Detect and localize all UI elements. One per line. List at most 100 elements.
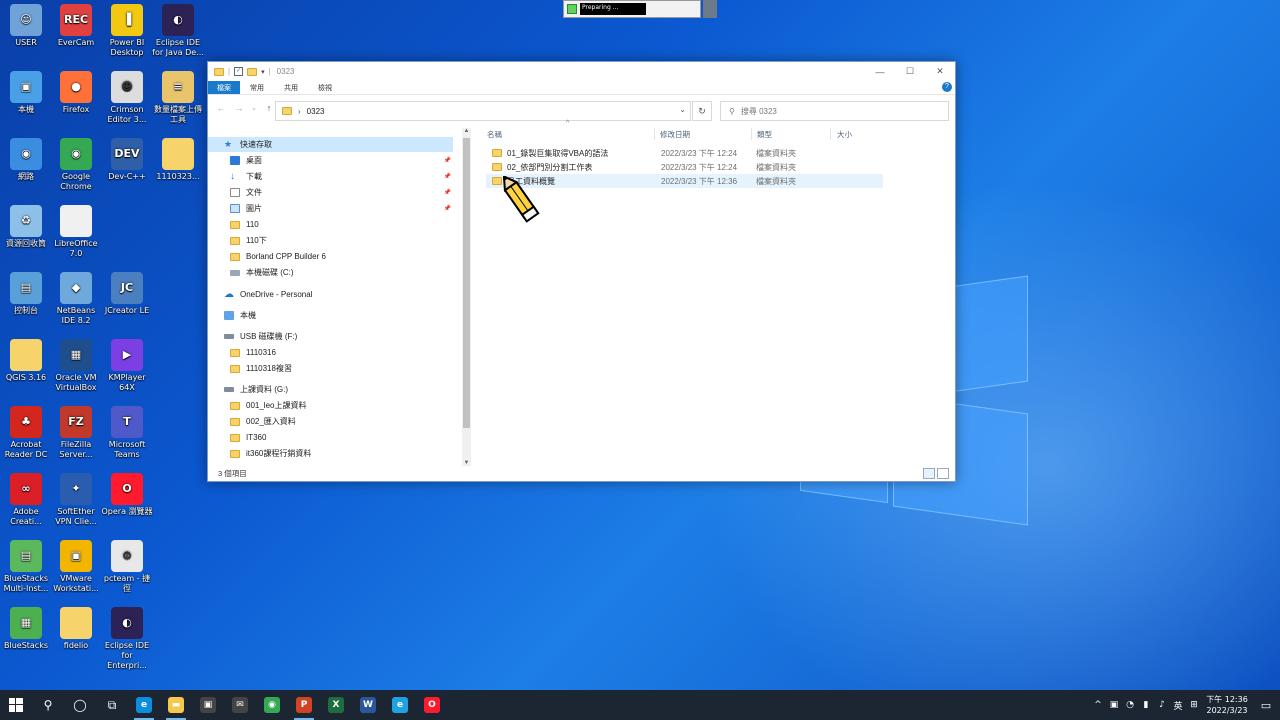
nav-item[interactable]: 002_匯入資料 (208, 414, 453, 429)
up-arrow-icon[interactable]: ↑ (262, 103, 276, 113)
desktop-icon[interactable]: ♻ 資源回收筒 (0, 205, 52, 249)
recorder-toolbar[interactable]: Preparing ... (563, 0, 701, 18)
keyboard-icon[interactable]: ⊞ (1186, 700, 1202, 710)
taskbar-store-button[interactable]: ▣ (192, 690, 224, 720)
maximize-button[interactable]: ☐ (895, 62, 925, 81)
taskbar-excel-button[interactable]: X (320, 690, 352, 720)
nav-item[interactable]: ★ 快速存取 (208, 137, 453, 152)
recorder-handle[interactable] (703, 0, 717, 18)
taskbar-ie-button[interactable]: e (384, 690, 416, 720)
clock[interactable]: 下午 12:36 2022/3/23 (1202, 694, 1252, 716)
desktop-icon[interactable]: 1110323... (152, 138, 204, 182)
minimize-button[interactable]: — (865, 62, 895, 81)
pin-icon[interactable]: 📌 (444, 157, 451, 164)
desktop-icon[interactable]: ≡ 數量檔案上傳工具 (152, 71, 204, 125)
file-row[interactable]: 01_錄製巨集取得VBA的語法 2022/3/23 下午 12:24 檔案資料夾 (486, 146, 883, 160)
pin-icon[interactable]: 📌 (444, 189, 451, 196)
desktop-icon[interactable]: LibreOffice 7.0 (50, 205, 102, 259)
tab-share[interactable]: 共用 (274, 81, 308, 94)
pin-icon[interactable]: 📌 (444, 205, 451, 212)
network-icon[interactable]: ▣ (1106, 700, 1122, 710)
nav-item[interactable]: 1110318複習 (208, 361, 453, 376)
task-view-icon[interactable]: ⧉ (96, 690, 128, 720)
start-button[interactable] (0, 690, 32, 720)
dropdown-icon[interactable]: ▾ (261, 68, 265, 76)
desktop-icon[interactable]: ◆ NetBeans IDE 8.2 (50, 272, 102, 326)
cortana-icon[interactable]: ◯ (64, 690, 96, 720)
desktop-icon[interactable]: ▣ 本機 (0, 71, 52, 115)
volume-icon[interactable]: ♪ (1154, 700, 1170, 710)
desktop-icon[interactable]: fidelio (50, 607, 102, 651)
breadcrumb-chevron-icon[interactable]: › (298, 107, 301, 116)
navigation-scrollbar[interactable]: ▲ ▼ (462, 128, 471, 466)
scrollbar-thumb[interactable] (463, 138, 470, 428)
desktop-icon[interactable]: JC JCreator LE (101, 272, 153, 316)
nav-item[interactable]: 上課資料 (G:) (208, 382, 453, 397)
details-view-button[interactable] (923, 468, 935, 479)
desktop-icon[interactable]: ⚙ pcteam - 捷徑 (101, 540, 153, 594)
wifi-icon[interactable]: ◔ (1122, 700, 1138, 710)
nav-item[interactable]: 桌面 📌 (208, 153, 453, 168)
nav-item[interactable]: 本機 (208, 308, 453, 323)
taskbar-mail-button[interactable]: ✉ (224, 690, 256, 720)
desktop-icon[interactable]: T Microsoft Teams (101, 406, 153, 460)
file-row[interactable]: 02_依部門別分割工作表 2022/3/23 下午 12:24 檔案資料夾 (486, 160, 883, 174)
column-header-size[interactable]: 大小 (837, 129, 852, 140)
close-button[interactable]: ✕ (925, 62, 955, 81)
nav-item[interactable]: 110 (208, 217, 453, 232)
forward-arrow-icon[interactable]: → (232, 103, 246, 113)
ime-language[interactable]: 英 (1170, 699, 1186, 712)
desktop-icon[interactable]: ▶ KMPlayer 64X (101, 339, 153, 393)
column-header-name[interactable]: 名稱 (487, 129, 502, 140)
nav-item[interactable]: 110下 (208, 233, 453, 248)
notification-icon[interactable]: ▭ (1252, 699, 1280, 712)
refresh-button[interactable]: ↻ (692, 101, 712, 121)
nav-item[interactable]: 1110316 (208, 345, 453, 360)
desktop-icon[interactable]: ▦ BlueStacks (0, 607, 52, 651)
column-header-type[interactable]: 類型 (757, 129, 772, 140)
nav-item[interactable]: 文件 📌 (208, 185, 453, 200)
address-dropdown-icon[interactable]: ⌄ (679, 105, 686, 114)
tab-view[interactable]: 檢視 (308, 81, 342, 94)
desktop-icon[interactable]: ◉ 網路 (0, 138, 52, 182)
desktop-icon[interactable]: O Opera 瀏覽器 (101, 473, 153, 517)
desktop-icon[interactable]: ▦ Oracle VM VirtualBox (50, 339, 102, 393)
nav-item[interactable]: 001_leo上課資料 (208, 398, 453, 413)
address-bar[interactable]: › 0323 ⌄ (275, 101, 691, 121)
help-icon[interactable]: ? (942, 82, 952, 92)
taskbar-explorer-button[interactable]: ▬ (160, 690, 192, 720)
large-icons-view-button[interactable] (937, 468, 949, 479)
desktop-icon[interactable]: ▤ 控制台 (0, 272, 52, 316)
taskbar-chrome-button[interactable]: ◉ (256, 690, 288, 720)
recent-locations-chevron-icon[interactable]: ⌄ (250, 104, 258, 112)
desktop-icon[interactable]: ✦ SoftEther VPN Clie... (50, 473, 102, 527)
desktop-icon[interactable]: ▤ BlueStacks Multi-Inst... (0, 540, 52, 594)
desktop-icon[interactable]: ☺ USER (0, 4, 52, 48)
properties-icon[interactable]: ✓ (234, 67, 244, 76)
desktop-icon[interactable]: DEV Dev-C++ (101, 138, 153, 182)
taskbar-word-button[interactable]: W (352, 690, 384, 720)
scroll-up-icon[interactable]: ▲ (462, 128, 471, 134)
desktop-icon[interactable]: FZ FileZilla Server... (50, 406, 102, 460)
back-arrow-icon[interactable]: ← (214, 103, 228, 113)
nav-item[interactable]: ↓ 下載 📌 (208, 169, 453, 184)
tab-file[interactable]: 檔案 (208, 81, 240, 94)
nav-item[interactable]: ☁ OneDrive - Personal (208, 287, 453, 302)
desktop-icon[interactable]: ◉ Google Chrome (50, 138, 102, 192)
microphone-icon[interactable]: ▮ (1138, 700, 1154, 710)
desktop-icon[interactable]: ◐ Eclipse IDE for Java De... (152, 4, 204, 58)
title-bar[interactable]: | ✓ ▾ | 0323 — ☐ ✕ (208, 62, 955, 81)
nav-item[interactable]: Borland CPP Builder 6 (208, 249, 453, 264)
desktop-icon[interactable]: REC EverCam (50, 4, 102, 48)
search-input[interactable]: ⚲ 搜尋 0323 (720, 101, 949, 121)
nav-item[interactable]: IT360 (208, 430, 453, 445)
search-icon[interactable]: ⚲ (32, 690, 64, 720)
address-path[interactable]: 0323 (307, 107, 325, 116)
nav-item[interactable]: 本機磁碟 (C:) (208, 265, 453, 280)
tab-home[interactable]: 常用 (240, 81, 274, 94)
desktop-icon[interactable]: ◐ Eclipse IDE for Enterpri... (101, 607, 153, 671)
file-row[interactable]: 員工資料概覽 2022/3/23 下午 12:36 檔案資料夾 (486, 174, 883, 188)
column-header-date[interactable]: 修改日期 (660, 129, 690, 140)
taskbar-edge-button[interactable]: e (128, 690, 160, 720)
nav-item[interactable]: 圖片 📌 (208, 201, 453, 216)
